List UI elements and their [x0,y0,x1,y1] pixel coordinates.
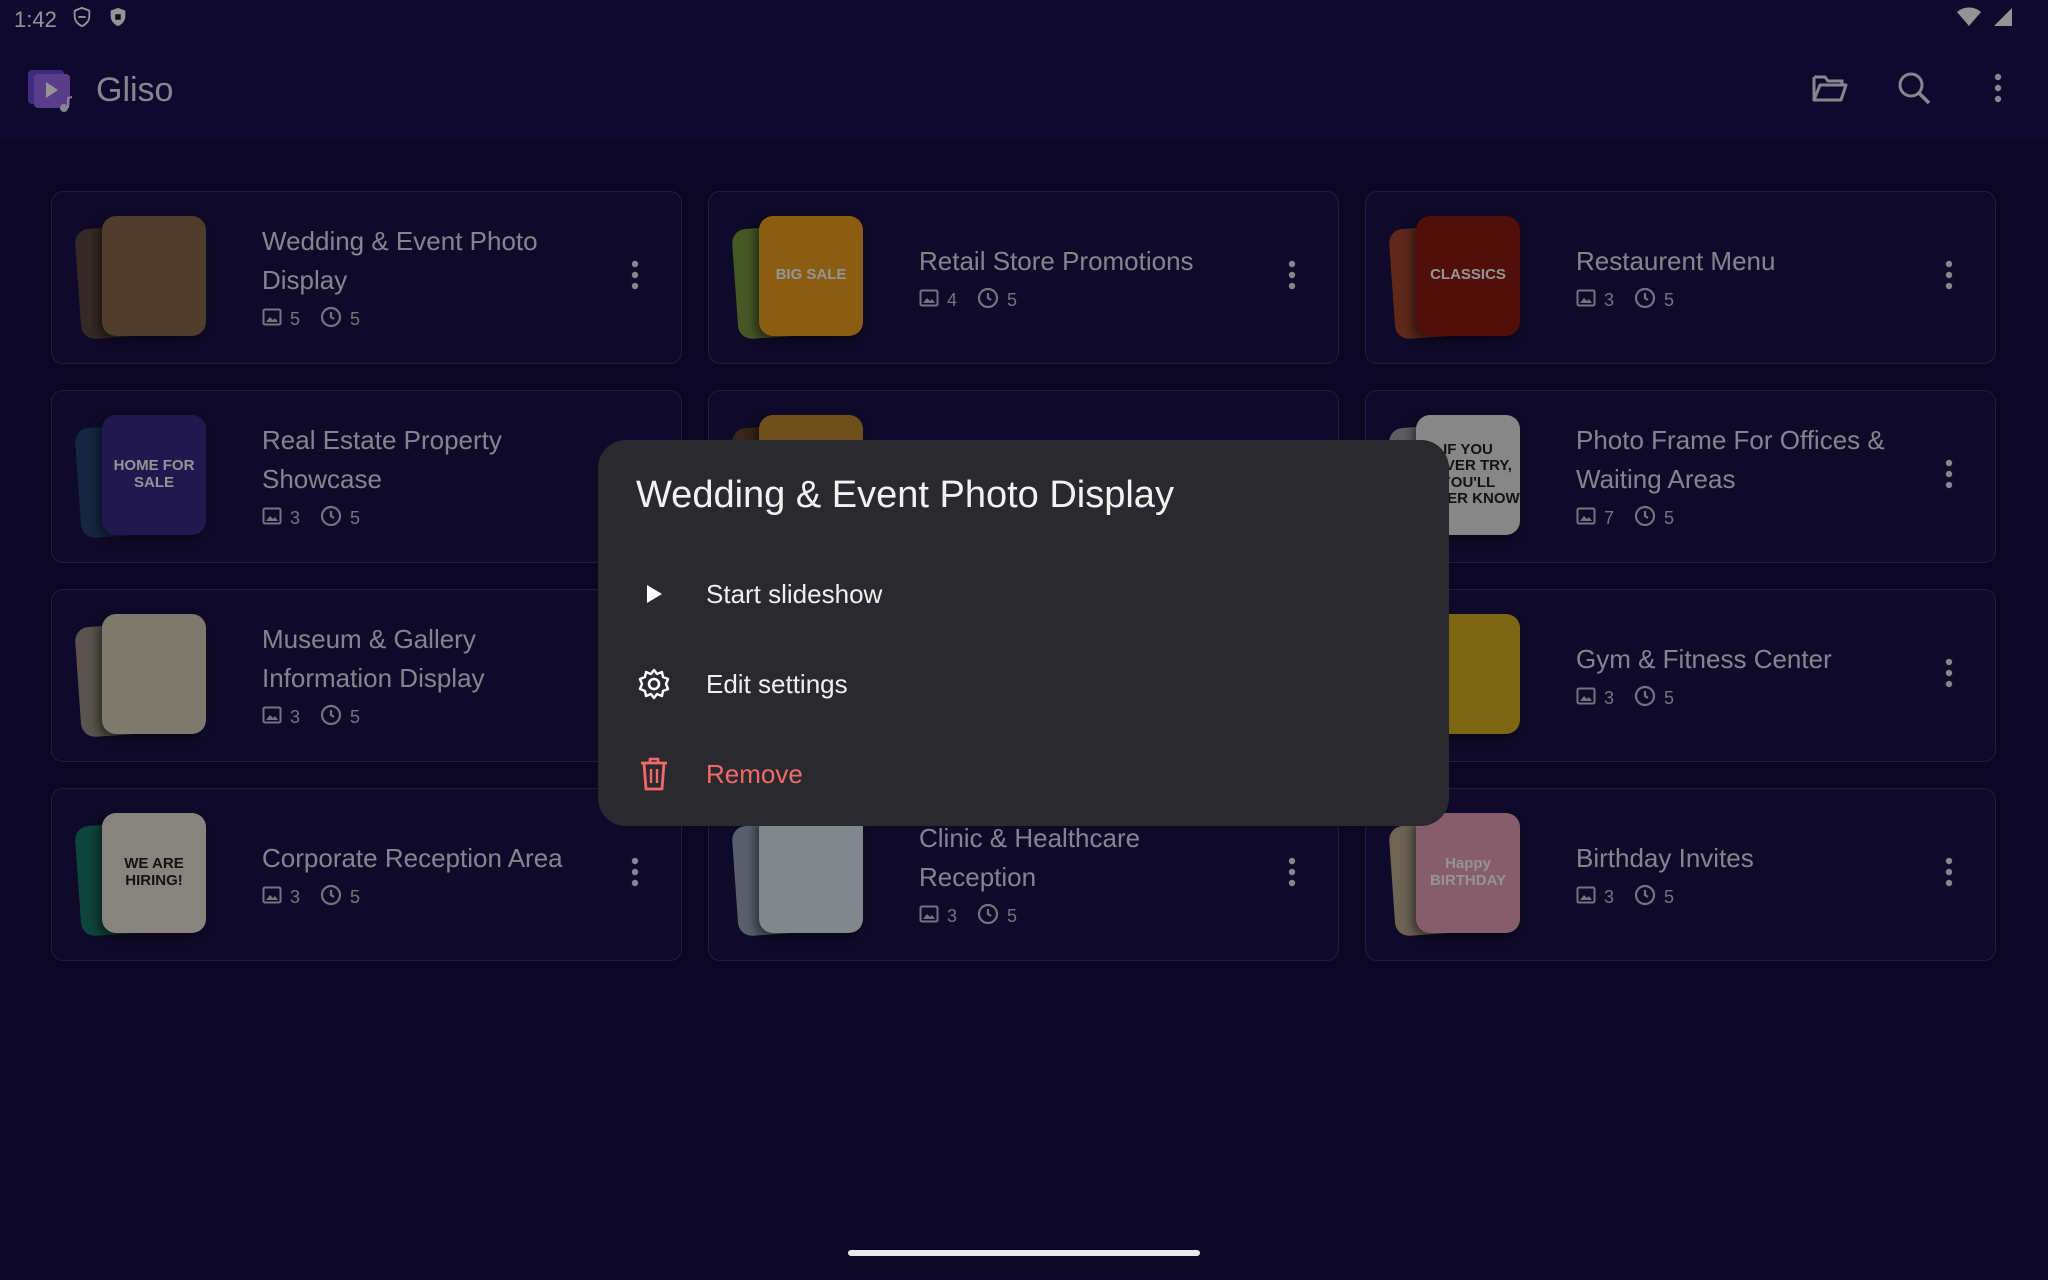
gear-icon [636,666,672,702]
trash-icon [636,756,672,792]
start-slideshow-button[interactable]: Start slideshow [636,549,1411,639]
start-slideshow-label: Start slideshow [706,578,883,609]
play-icon [636,576,672,612]
edit-settings-button[interactable]: Edit settings [636,639,1411,729]
home-indicator[interactable] [848,1250,1200,1256]
remove-button[interactable]: Remove [636,729,1411,819]
edit-settings-label: Edit settings [706,668,848,699]
remove-label: Remove [706,758,803,789]
dialog-title: Wedding & Event Photo Display [636,474,1174,516]
options-dialog: Wedding & Event Photo Display Start slid… [598,440,1449,826]
